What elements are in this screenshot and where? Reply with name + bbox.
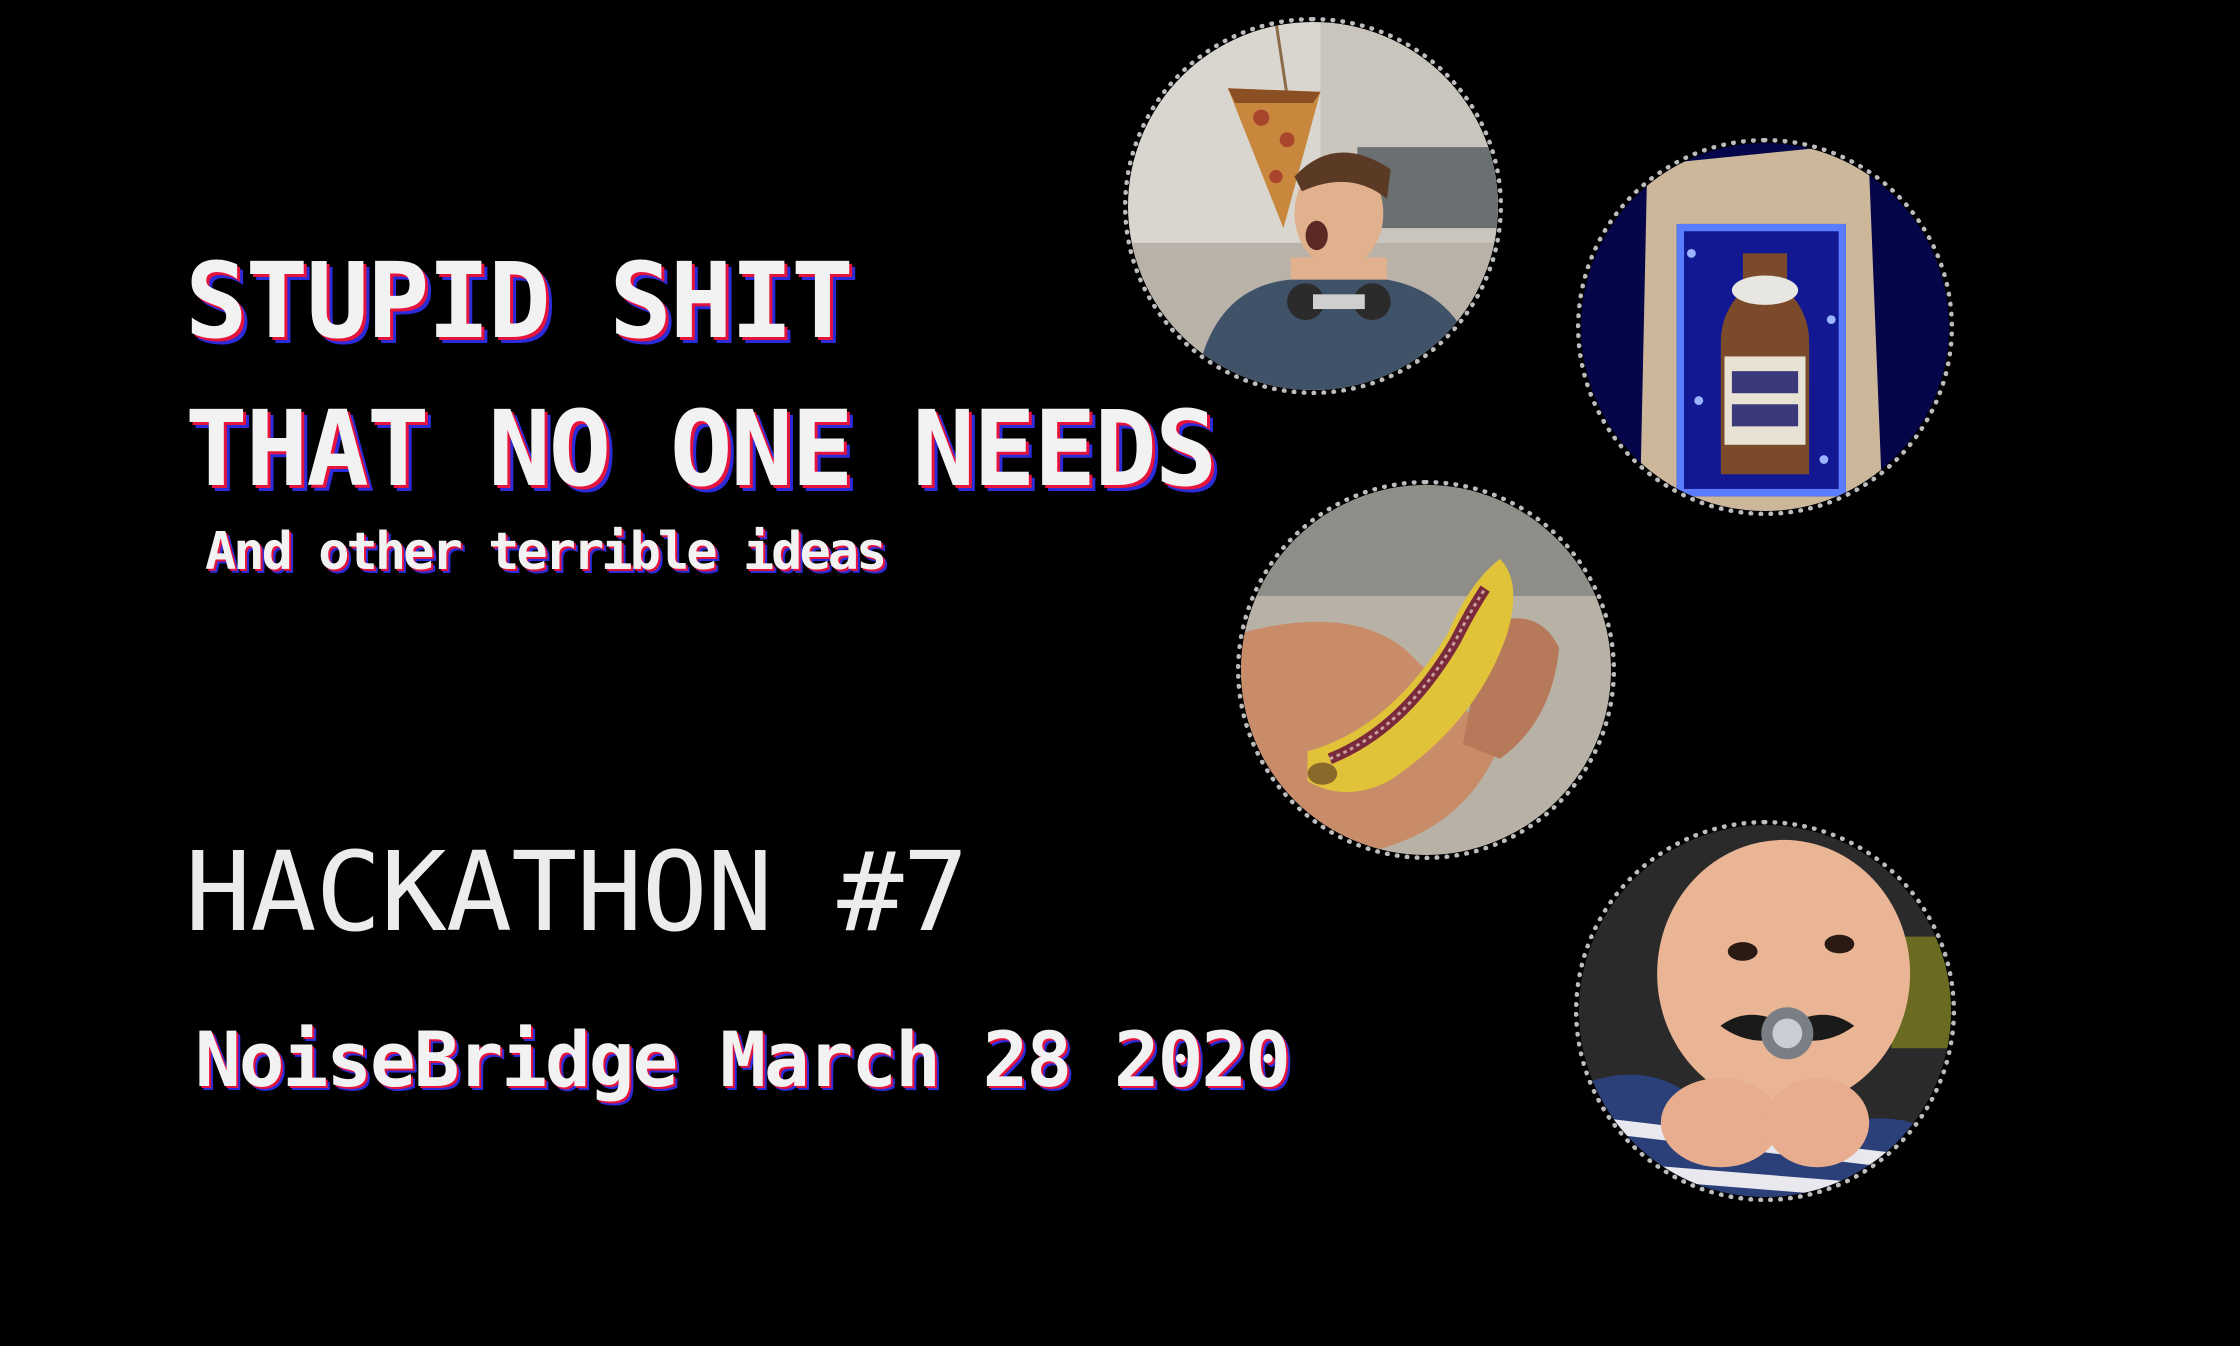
title-line-1: STUPID SHIT bbox=[185, 240, 854, 362]
event-name: HACKATHON #7 bbox=[185, 828, 969, 956]
title-line-2: THAT NO ONE NEEDS bbox=[185, 388, 1217, 510]
club-mate-photo bbox=[1576, 138, 1954, 516]
pizza-photo bbox=[1123, 17, 1503, 395]
banana-photo bbox=[1236, 480, 1616, 860]
subtitle: And other terrible ideas bbox=[205, 522, 887, 582]
baby-photo bbox=[1574, 820, 1956, 1202]
event-details: NoiseBridge March 28 2020 bbox=[195, 1015, 1291, 1104]
